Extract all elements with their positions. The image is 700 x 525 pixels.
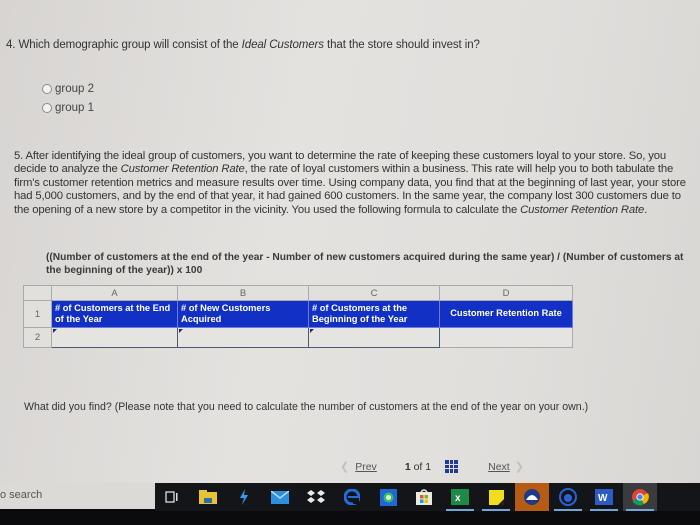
mail-button[interactable] [263,483,297,511]
whatsapp-icon [379,488,397,506]
option-group-1[interactable]: group 1 [42,98,94,117]
column-letter-c: C [308,285,440,301]
chevron-right-icon[interactable]: ❯ [515,460,524,473]
spreadsheet: A B C D 1 # of Customers at the End of t… [23,285,573,348]
table-header-row: 1 # of Customers at the End of the Year … [23,300,573,328]
of-label: of [413,460,423,473]
sticky-notes-icon [488,489,504,505]
running-indicator [554,509,582,511]
dropbox-button[interactable] [299,483,333,511]
excel-icon: x [451,489,469,505]
circular-app-icon [559,488,577,506]
table-row: 2 [23,327,573,348]
app-circle-icon [524,489,540,505]
prev-button[interactable]: Prev [355,461,377,473]
sticky-notes-button[interactable] [479,483,513,511]
cell-marker-icon [179,329,183,333]
option-label: group 2 [55,82,95,95]
dropbox-icon [307,489,325,503]
option-label: group 1 [55,101,95,114]
column-letter-b: B [177,285,309,301]
assignment-page: 4. Which demographic group will consist … [0,0,700,485]
task-view-icon [165,491,178,503]
input-new-customers[interactable] [177,327,309,348]
column-header-row: A B C D [23,285,573,301]
column-letter-d: D [439,285,573,301]
grid-view-icon[interactable] [445,460,459,473]
radio-button[interactable] [42,102,52,113]
question-4-options: group 2 group 1 [42,79,94,117]
running-indicator [626,509,654,511]
pagination: ❮ Prev 1 of 1 Next ❯ [340,460,524,473]
whatsapp-button[interactable] [371,483,405,511]
cell-marker-icon [53,329,57,333]
input-customers-end[interactable] [51,327,178,348]
lightning-icon [240,489,248,505]
output-retention-rate [439,327,573,348]
circular-app-button[interactable] [551,483,585,511]
current-page: 1 [404,460,411,473]
edge-button[interactable] [335,483,369,511]
question-4-emphasis: Ideal Customers [241,39,324,51]
header-customers-beginning: # of Customers at the Beginning of the Y… [308,300,440,328]
question-5-emphasis: Customer Retention Rate [520,203,645,216]
svg-text:W: W [598,493,608,504]
corner-cell [23,285,52,301]
input-customers-beginning[interactable] [308,327,440,348]
followup-question: What did you find? (Please note that you… [24,401,589,413]
taskbar-apps: x W [155,483,700,511]
code-editor-button[interactable] [227,483,261,511]
chevron-left-icon[interactable]: ❮ [340,460,349,473]
total-pages: 1 [425,460,432,473]
option-group-2[interactable]: group 2 [42,79,94,98]
folder-icon [199,490,217,504]
column-letter-a: A [51,285,178,301]
taskbar: o search x W [0,483,700,525]
search-text: o search [0,489,43,501]
edge-icon [344,489,360,505]
mail-icon [271,490,289,504]
row-number-2: 2 [23,327,52,348]
header-customers-end: # of Customers at the End of the Year [51,300,178,328]
word-button[interactable]: W [587,483,621,511]
question-4-number: 4. [6,39,16,51]
task-view-button[interactable] [155,483,189,511]
svg-text:x: x [455,493,461,504]
running-indicator [446,509,474,511]
store-icon [416,489,432,505]
excel-button[interactable]: x [443,483,477,511]
header-new-customers: # of New Customers Acquired [177,300,309,328]
active-app-button[interactable] [515,483,549,511]
radio-button[interactable] [42,83,52,94]
taskbar-search[interactable]: o search [0,483,155,509]
chrome-icon [632,489,649,506]
store-button[interactable] [407,483,441,511]
header-retention-rate: Customer Retention Rate [439,300,573,328]
word-icon: W [595,489,613,505]
row-number-1: 1 [23,300,52,328]
running-indicator [482,509,510,511]
question-5: 5. After identifying the ideal group of … [14,150,696,217]
question-4-text-after: that the store should invest in? [323,39,480,51]
chrome-button[interactable] [623,483,657,511]
formula: ((Number of customers at the end of the … [46,252,684,276]
page-count: 1 of 1 [405,461,431,473]
question-4-text-before: Which demographic group will consist of … [18,39,242,51]
next-button[interactable]: Next [488,461,510,473]
file-explorer-button[interactable] [191,483,225,511]
cell-marker-icon [310,329,314,333]
running-indicator [590,509,618,511]
question-5-emphasis: Customer Retention Rate [120,163,245,176]
question-4: 4. Which demographic group will consist … [6,39,480,51]
question-5-text: . [644,203,648,216]
